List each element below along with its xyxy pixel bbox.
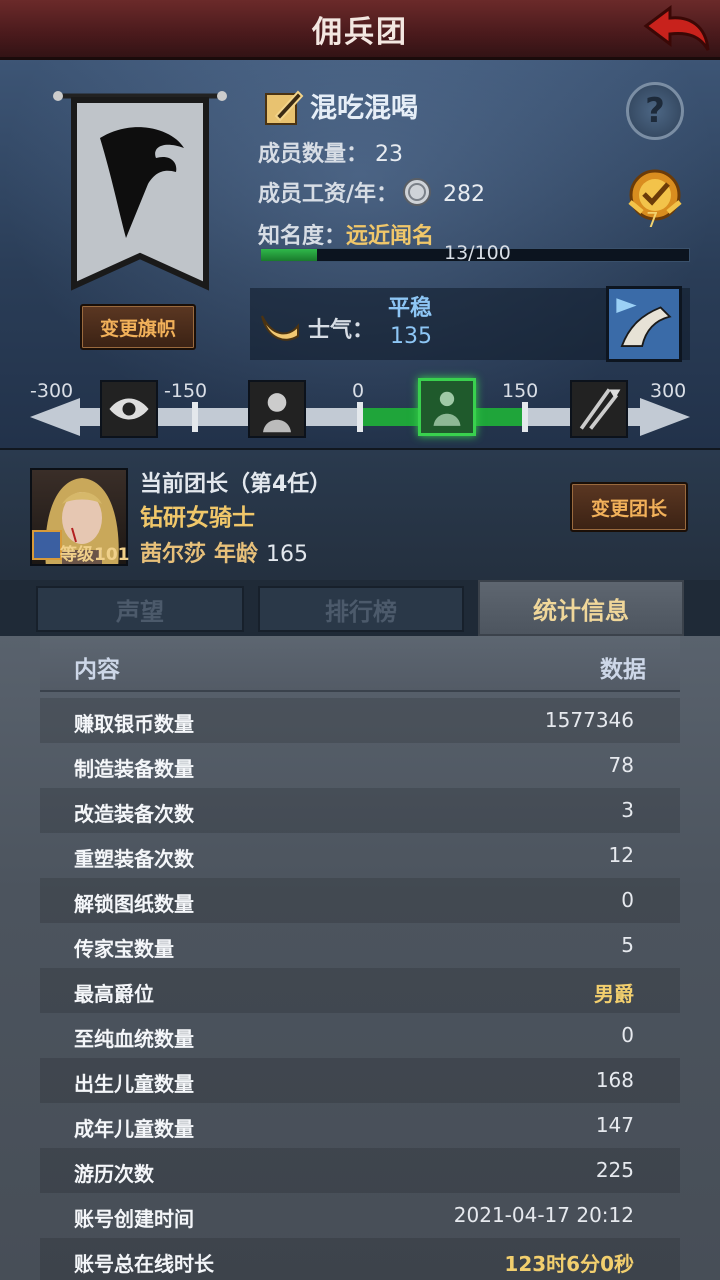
salary-line: 成员工资/年： 282 (258, 176, 485, 208)
fame-value: 远近闻名 (346, 224, 435, 249)
table-row: 重塑装备次数 12 (40, 833, 680, 878)
stat-value: 1577346 (544, 708, 634, 732)
title-bar: 佣兵团 (0, 0, 720, 60)
stat-name: 账号创建时间 (74, 1207, 194, 1231)
stat-value: 78 (608, 753, 634, 777)
stat-name: 重塑装备次数 (74, 847, 194, 871)
scale-tick-label: -150 (164, 380, 208, 402)
scale-tick-label: 300 (650, 380, 687, 402)
table-row: 改造装备次数 3 (40, 788, 680, 833)
members-line: 成员数量： 23 (258, 136, 403, 168)
stat-name: 制造装备数量 (74, 757, 194, 781)
eye-icon[interactable] (100, 380, 158, 438)
banner-icon (53, 91, 227, 291)
stat-name: 成年儿童数量 (74, 1117, 194, 1141)
despair-icon[interactable] (248, 380, 306, 438)
leader-title: 当前团长（第4任） (140, 472, 332, 497)
table-row: 传家宝数量 5 (40, 923, 680, 968)
members-value: 23 (375, 142, 404, 167)
calm-icon[interactable] (418, 378, 476, 436)
members-label: 成员数量： (258, 142, 369, 167)
table-row: 成年儿童数量 147 (40, 1103, 680, 1148)
leader-class: 钻研女骑士 (140, 505, 255, 531)
stat-value: 5 (621, 933, 634, 957)
tab-bar: 声望 排行榜 统计信息 (0, 580, 720, 636)
coin-icon (403, 178, 432, 206)
scale-tick-label: -300 (30, 380, 74, 402)
page-title: 佣兵团 (312, 14, 408, 50)
change-leader-button[interactable]: 变更团长 (570, 482, 688, 532)
table-row: 至纯血统数量 0 (40, 1013, 680, 1058)
morale-scale: -300 -150 0 150 300 (30, 378, 690, 450)
horn-icon (261, 315, 299, 341)
morale-state: 平稳 (388, 296, 433, 321)
scale-tick-label: 150 (502, 380, 539, 402)
stat-name: 账号总在线时长 (74, 1252, 214, 1276)
morale-icon[interactable] (606, 286, 682, 362)
morale-value: 135 (390, 324, 432, 349)
tab-statistics[interactable]: 统计信息 (478, 580, 684, 636)
stat-value: 3 (621, 798, 634, 822)
tab-leaderboard[interactable]: 排行榜 (258, 586, 464, 632)
stat-name: 传家宝数量 (74, 937, 174, 961)
stat-value: 147 (595, 1113, 634, 1137)
stat-name: 出生儿童数量 (74, 1072, 194, 1096)
leader-age: 165 (266, 542, 309, 567)
guild-panel: 变更旗帜 混吃混喝 成员数量： 23 成员工资/年： 282 知名度：远近闻名 … (0, 60, 720, 448)
stat-value: 2021-04-17 20:12 (453, 1203, 634, 1227)
fame-progress-text: 13/100 (444, 242, 511, 264)
help-icon[interactable]: ? (626, 82, 684, 140)
stat-value: 0 (621, 1023, 634, 1047)
stat-value: 男爵 (594, 982, 634, 1006)
edit-icon[interactable] (264, 86, 304, 126)
fame-progress-fill (261, 249, 317, 261)
table-row: 账号创建时间 2021-04-17 20:12 (40, 1193, 680, 1238)
col-header-data: 数据 (600, 657, 646, 683)
stat-name: 最高爵位 (74, 982, 154, 1006)
stat-value: 0 (621, 888, 634, 912)
table-row: 最高爵位 男爵 (40, 968, 680, 1013)
leader-name: 茜尔莎 (140, 542, 207, 567)
fame-label: 知名度： (258, 224, 347, 249)
battle-icon[interactable] (570, 380, 628, 438)
morale-label: 士气： (308, 318, 375, 343)
table-row: 出生儿童数量 168 (40, 1058, 680, 1103)
back-arrow-icon[interactable] (640, 4, 712, 56)
stat-value: 168 (595, 1068, 634, 1092)
stat-name: 解锁图纸数量 (74, 892, 194, 916)
leader-level: 等级101 (60, 545, 130, 565)
rank-number: 7 (646, 208, 659, 232)
stat-name: 改造装备次数 (74, 802, 194, 826)
stat-value: 12 (608, 843, 634, 867)
stat-value: 123时6分0秒 (504, 1252, 634, 1276)
table-row: 账号总在线时长 123时6分0秒 (40, 1238, 680, 1280)
sword-icon (32, 530, 62, 560)
table-row: 赚取银币数量 1577346 (40, 698, 680, 743)
scale-tick-label: 0 (352, 380, 365, 402)
table-row: 游历次数 225 (40, 1148, 680, 1193)
guild-name: 混吃混喝 (310, 93, 418, 124)
stat-name: 游历次数 (74, 1162, 154, 1186)
table-row: 解锁图纸数量 0 (40, 878, 680, 923)
age-label: 年龄 (214, 542, 259, 567)
stats-header: 内容 数据 (40, 636, 680, 692)
leader-name-line: 茜尔莎 年龄 165 (140, 536, 308, 568)
stat-name: 赚取银币数量 (74, 712, 194, 736)
table-row: 制造装备数量 78 (40, 743, 680, 788)
stats-table: 内容 数据 赚取银币数量 1577346 制造装备数量 78 改造装备次数 3 重塑装备次数… (0, 636, 720, 1280)
fame-line: 知名度：远近闻名 (258, 218, 434, 250)
change-banner-button[interactable]: 变更旗帜 (80, 304, 196, 350)
tab-reputation[interactable]: 声望 (36, 586, 244, 632)
salary-value: 282 (443, 182, 486, 207)
salary-label: 成员工资/年： (258, 182, 399, 207)
stat-value: 225 (595, 1158, 634, 1182)
col-header-content: 内容 (74, 657, 120, 683)
stat-name: 至纯血统数量 (74, 1027, 194, 1051)
